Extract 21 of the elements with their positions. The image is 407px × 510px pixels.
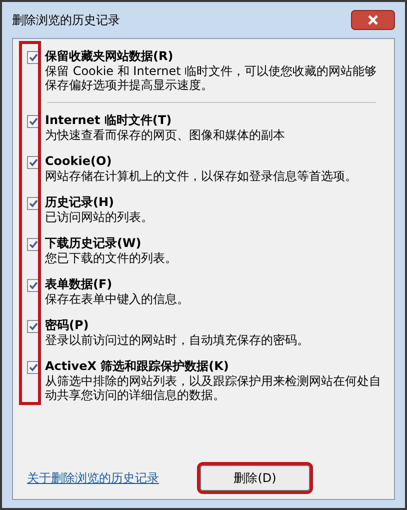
option-description: 从筛选中排除的网站列表，以及跟踪保护用来检测网站在何处自动共享您访问的详细信息的数据。 [45,374,381,402]
option-description: 已访问网站的列表。 [45,210,154,224]
option-description: 为快速查看而保存的网页、图像和媒体的副本 [45,128,286,142]
close-icon [368,15,378,25]
option-description: 您已下载的文件的列表。 [45,251,178,265]
option-description: 保存在表单中键入的信息。 [45,292,190,306]
option-description: 保留 Cookie 和 Internet 临时文件，可以使您收藏的网站能够保存偏好选项并提高显示速度。 [45,64,378,92]
close-button[interactable] [351,10,395,30]
option-description: 网站存储在计算机上的文件，以保存如登录信息等首选项。 [45,169,358,183]
window-title: 删除浏览的历史记录 [12,12,120,29]
option-label: Internet 临时文件(T) [45,113,173,128]
option-label: 下载历史记录(W) [45,236,142,251]
option-label: 历史记录(H) [45,195,116,210]
delete-button[interactable]: 删除(D) [200,465,310,491]
option-label: 密码(P) [45,318,90,333]
help-link[interactable]: 关于删除浏览的历史记录 [27,469,159,487]
option-label: 保留收藏夹网站数据(R) [45,49,174,64]
option-label: ActiveX 筛选和跟踪保护数据(K) [45,359,230,374]
option-description: 登录以前访问过的网站时，自动填充保存的密码。 [45,333,310,347]
option-label: 表单数据(F) [45,277,114,292]
option-label: Cookie(O) [45,154,113,169]
